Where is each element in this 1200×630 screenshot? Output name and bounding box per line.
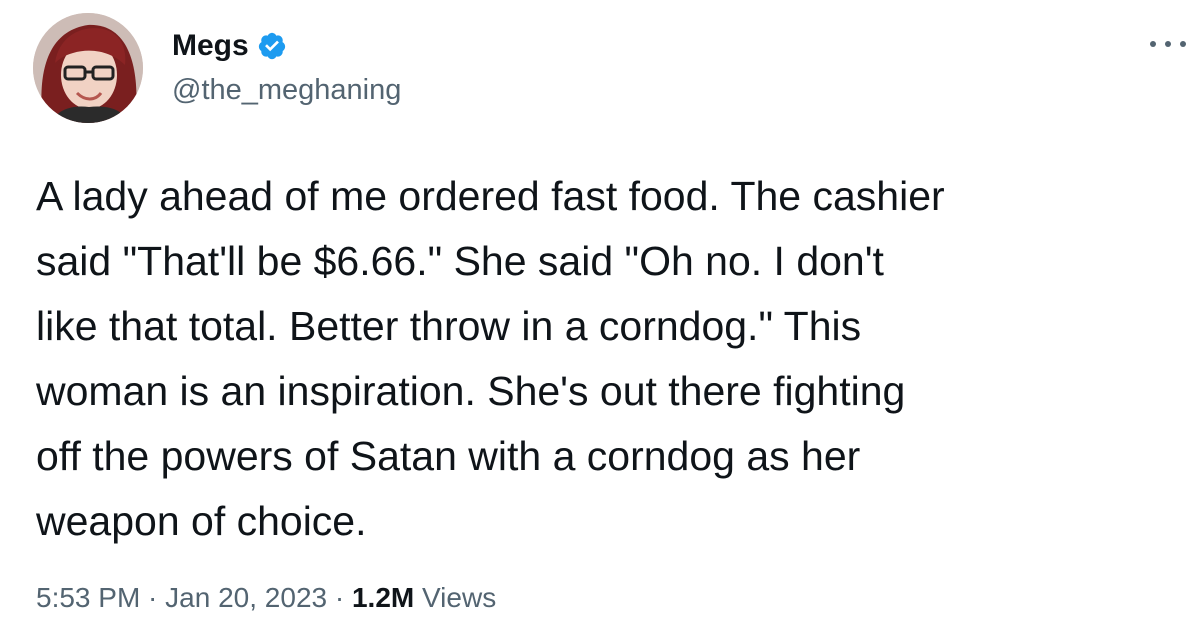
tweet-text: A lady ahead of me ordered fast food. Th… <box>36 173 945 544</box>
views-label: Views <box>414 582 497 613</box>
tweet-date[interactable]: Jan 20, 2023 <box>165 582 327 613</box>
views-count[interactable]: 1.2M <box>352 582 414 613</box>
avatar-image <box>33 13 143 123</box>
tweet-meta: 5:53 PM · Jan 20, 2023 · 1.2M Views <box>36 578 496 618</box>
more-dot <box>1180 41 1186 47</box>
verified-badge-icon <box>257 31 287 61</box>
more-options-icon[interactable] <box>1150 30 1186 58</box>
meta-separator: · <box>140 582 166 613</box>
author-display-name[interactable]: Megs <box>172 26 249 66</box>
more-dot <box>1165 41 1171 47</box>
tweet-time[interactable]: 5:53 PM <box>36 582 140 613</box>
author-name-row: Megs <box>172 26 287 66</box>
more-dot <box>1150 41 1156 47</box>
avatar[interactable] <box>33 13 143 123</box>
author-handle[interactable]: @the_meghaning <box>172 72 401 108</box>
meta-separator: · <box>327 582 352 613</box>
